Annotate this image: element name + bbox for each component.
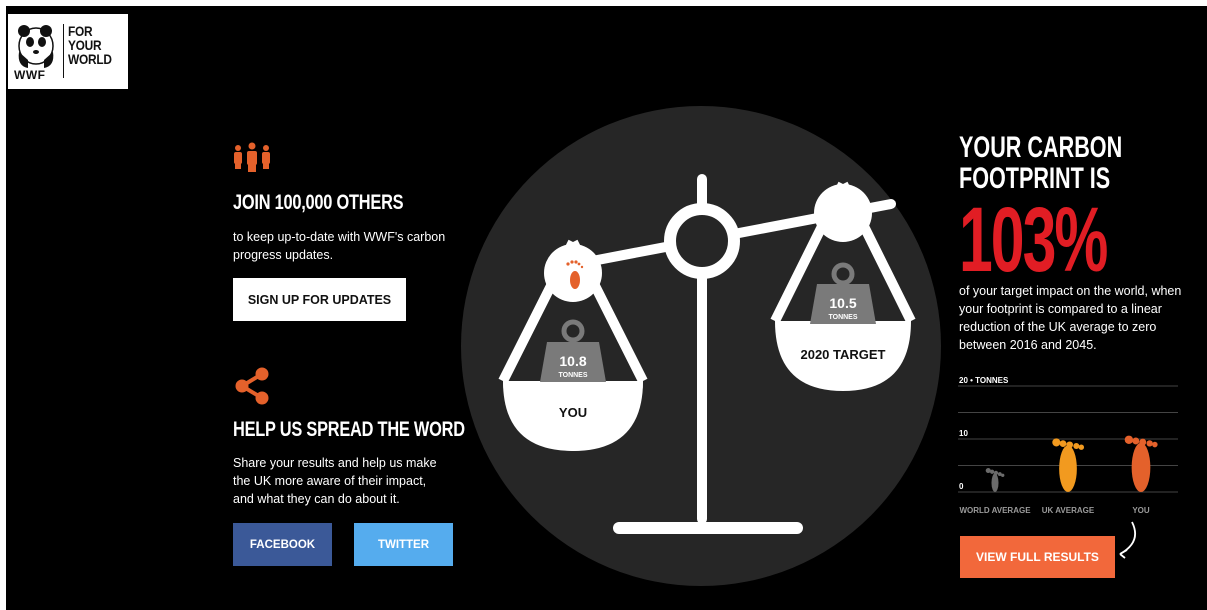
chart-ytick-label: 0 bbox=[959, 482, 964, 491]
twitter-button[interactable]: TWITTER bbox=[354, 523, 453, 566]
you-label: YOU bbox=[559, 405, 587, 420]
share-heading: HELP US SPREAD THE WORD bbox=[233, 418, 465, 441]
target-label: 2020 TARGET bbox=[800, 347, 885, 362]
scale-base bbox=[613, 522, 803, 534]
chart-ytick-label: 10 bbox=[959, 429, 968, 438]
comparison-chart: 20 • TONNES 10 0 WORLD AVERAGE UK AVERAGE YO… bbox=[958, 376, 1178, 515]
view-full-results-button[interactable]: VIEW FULL RESULTS bbox=[960, 536, 1115, 578]
sign-up-button[interactable]: SIGN UP FOR UPDATES bbox=[233, 278, 406, 321]
join-text: to keep up-to-date with WWF's carbon pro… bbox=[233, 230, 446, 262]
curved-arrow-icon bbox=[1119, 521, 1136, 559]
join-heading: JOIN 100,000 OTHERS bbox=[233, 191, 404, 214]
balance-scale-illustration: 10.8 TONNES YOU 10.5 TONNES 2020 TARGET bbox=[461, 106, 941, 586]
carbon-description: of your target impact on the world, when… bbox=[959, 284, 1182, 352]
footprint-bar-1 bbox=[985, 467, 1005, 492]
chart-ytick-label: 20 • TONNES bbox=[959, 376, 1009, 385]
carbon-title: YOUR CARBON FOOTPRINT IS bbox=[959, 131, 1123, 195]
share-text: Share your results and help us make the … bbox=[233, 456, 437, 506]
wwf-logo[interactable]: WWF FOR YOUR WORLD bbox=[8, 14, 128, 89]
chart-category-label: UK AVERAGE bbox=[1042, 506, 1095, 515]
target-weight-value: 10.5 bbox=[829, 295, 856, 311]
results-page: WWF FOR YOUR WORLD JOIN 100,000 OTHERS t… bbox=[6, 6, 1207, 610]
panda-icon bbox=[18, 25, 54, 68]
wwf-wordmark: WWF bbox=[14, 68, 46, 82]
chart-category-label: YOU bbox=[1132, 506, 1150, 515]
logo-divider bbox=[63, 24, 64, 78]
you-weight-value: 10.8 bbox=[559, 353, 586, 369]
facebook-button[interactable]: FACEBOOK bbox=[233, 523, 332, 566]
chart-category-label: WORLD AVERAGE bbox=[959, 506, 1031, 515]
carbon-percentage: 103% bbox=[959, 189, 1108, 291]
you-weight-unit: TONNES bbox=[558, 372, 587, 379]
share-icon bbox=[235, 367, 269, 405]
logo-tagline: FOR YOUR WORLD bbox=[68, 23, 112, 67]
target-weight-unit: TONNES bbox=[828, 314, 857, 321]
people-icon bbox=[234, 142, 270, 172]
scale-pivot bbox=[664, 203, 740, 279]
footprint-bar-3 bbox=[1124, 435, 1158, 492]
